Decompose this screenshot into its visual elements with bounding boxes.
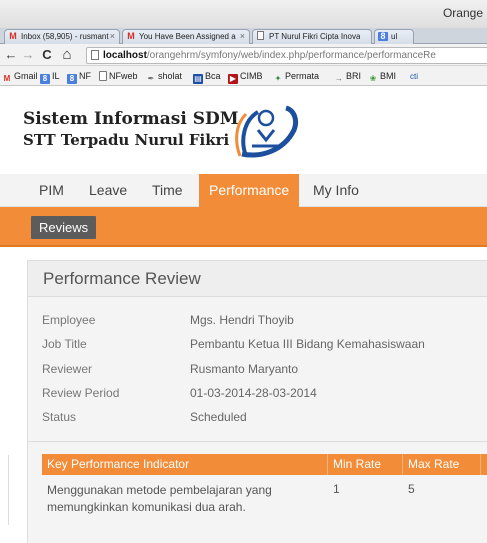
bookmark-label: Permata: [285, 71, 320, 81]
table-row: Menggunakan metode pembelajaran yang mem…: [42, 475, 487, 519]
bookmark-gmail[interactable]: M Gmail: [2, 70, 38, 83]
bookmark-label: CIMB: [240, 71, 263, 81]
gmail-icon: M: [3, 74, 11, 83]
bookmark-label: cti: [410, 72, 418, 81]
submenu-bar: Reviews: [0, 207, 487, 247]
kpi-description: Menggunakan metode pembelajaran yang mem…: [47, 483, 272, 514]
bookmark-citi[interactable]: cti: [408, 70, 418, 82]
bookmark-label: IL: [52, 71, 60, 81]
kpi-min-rate: 1: [333, 482, 340, 496]
tab-close-icon[interactable]: ×: [240, 31, 245, 41]
institution-logo-icon: [235, 105, 299, 158]
browser-toolbar: ← → C ⌂ localhost/orangehrm/symfony/web/…: [0, 44, 487, 66]
browser-tab-inbox[interactable]: M Inbox (58,905) - rusmant ×: [4, 29, 120, 44]
column-separator: [480, 454, 481, 475]
column-header-min-rate: Min Rate: [333, 457, 382, 471]
google-icon: 8: [67, 74, 77, 84]
field-label-reviewer: Reviewer: [42, 362, 93, 376]
url-host: localhost: [103, 50, 147, 61]
bookmark-bri[interactable]: → BRI: [334, 70, 362, 83]
bookmark-label: sholat: [158, 71, 183, 81]
kpi-max-rate: 5: [408, 482, 415, 496]
field-value-employee: Mgs. Hendri Thoyib: [190, 313, 294, 327]
column-separator: [327, 454, 328, 475]
field-value-job-title: Pembantu Ketua III Bidang Kemahasiswaan: [190, 337, 425, 351]
leaf-icon: ❀: [369, 74, 377, 83]
kpi-table: Key Performance Indicator Min Rate Max R…: [42, 454, 487, 519]
browser-tab-google[interactable]: 8 ul: [374, 29, 414, 44]
bookmark-label: BRI: [346, 71, 362, 81]
bookmark-label: Bca: [205, 71, 221, 81]
bookmark-il[interactable]: 8 IL: [40, 70, 60, 84]
tab-label: PT Nurul Fikri Cipta Inova: [269, 32, 361, 41]
section-divider: [28, 441, 487, 442]
menu-item-performance[interactable]: Performance: [199, 174, 300, 207]
field-label-job-title: Job Title: [42, 337, 87, 351]
bookmark-label: Gmail: [14, 71, 38, 81]
column-header-kpi: Key Performance Indicator: [47, 457, 190, 471]
bookmark-permata[interactable]: ✦ Permata: [273, 70, 320, 83]
bookmark-label: NF: [79, 71, 91, 81]
menu-item-time[interactable]: Time: [142, 174, 193, 207]
field-value-review-period: 01-03-2014-28-03-2014: [190, 386, 317, 400]
column-header-max-rate: Max Rate: [408, 457, 460, 471]
page-icon: [91, 50, 99, 60]
bookmark-nfweb[interactable]: NFweb: [99, 70, 138, 82]
google-icon: 8: [378, 32, 388, 41]
feather-icon: ✒: [147, 74, 155, 83]
bookmark-bca[interactable]: ▤ Bca: [193, 70, 221, 84]
home-button[interactable]: ⌂: [60, 47, 74, 63]
bookmark-cimb[interactable]: ▶ CIMB: [228, 70, 263, 84]
back-button[interactable]: ←: [4, 47, 18, 63]
bookmark-nf[interactable]: 8 NF: [67, 70, 91, 84]
panel-title: Performance Review: [43, 269, 201, 288]
site-subtitle: STT Terpadu Nurul Fikri: [23, 131, 230, 149]
cimb-icon: ▶: [228, 74, 238, 84]
tab-label: ul: [391, 32, 398, 41]
main-menu: PIM Leave Time Performance My Info: [0, 174, 487, 207]
arrow-icon: →: [335, 74, 343, 83]
tab-strip: M Inbox (58,905) - rusmant × M You Have …: [0, 28, 487, 44]
star-icon: ✦: [274, 74, 282, 83]
left-edge-fragment: [0, 455, 9, 525]
tab-label: You Have Been Assigned a: [139, 32, 236, 41]
performance-review-panel: Performance Review Employee Mgs. Hendri …: [27, 260, 487, 543]
bookmark-bmi[interactable]: ❀ BMI: [368, 70, 397, 83]
site-title: Sistem Informasi SDM: [23, 109, 239, 129]
tab-close-icon[interactable]: ×: [110, 31, 115, 41]
gmail-icon: M: [9, 31, 17, 41]
bookmark-sholat[interactable]: ✒ sholat: [146, 70, 183, 83]
page-icon: [257, 31, 264, 40]
web-page: Sistem Informasi SDM STT Terpadu Nurul F…: [0, 87, 487, 543]
reviews-button[interactable]: Reviews: [31, 216, 97, 239]
kpi-table-header: Key Performance Indicator Min Rate Max R…: [42, 454, 487, 475]
forward-button[interactable]: →: [21, 47, 35, 63]
bookmarks-bar: M Gmail 8 IL 8 NF NFweb ✒ sholat ▤ Bca ▶ CIMB …: [0, 66, 487, 86]
url-path: /orangehrm/symfony/web/index.php/perform…: [146, 50, 436, 61]
field-label-employee: Employee: [42, 313, 96, 327]
menu-item-leave[interactable]: Leave: [79, 174, 137, 207]
google-icon: 8: [40, 74, 50, 84]
menu-item-pim[interactable]: PIM: [29, 174, 74, 207]
tab-label: Inbox (58,905) - rusmant: [21, 32, 109, 41]
reload-button[interactable]: C: [40, 47, 54, 63]
field-value-status: Scheduled: [190, 410, 247, 424]
bookmark-label: NFweb: [109, 71, 138, 81]
bookmark-label: BMI: [380, 71, 397, 81]
field-label-status: Status: [42, 410, 77, 424]
address-bar[interactable]: localhost/orangehrm/symfony/web/index.ph…: [86, 47, 487, 64]
field-label-review-period: Review Period: [42, 386, 120, 400]
menu-item-my-info[interactable]: My Info: [303, 174, 369, 207]
page-icon: [99, 71, 107, 81]
field-value-reviewer: Rusmanto Maryanto: [190, 362, 299, 376]
gmail-icon: M: [127, 31, 135, 41]
window-title: Orange: [442, 6, 483, 20]
browser-tab-assigned[interactable]: M You Have Been Assigned a ×: [122, 29, 250, 44]
column-separator: [402, 454, 403, 475]
window-titlebar: Orange: [0, 0, 487, 28]
browser-tab-ptnf[interactable]: PT Nurul Fikri Cipta Inova: [252, 29, 372, 44]
bank-icon: ▤: [193, 74, 203, 84]
panel-header: Performance Review: [28, 261, 487, 297]
